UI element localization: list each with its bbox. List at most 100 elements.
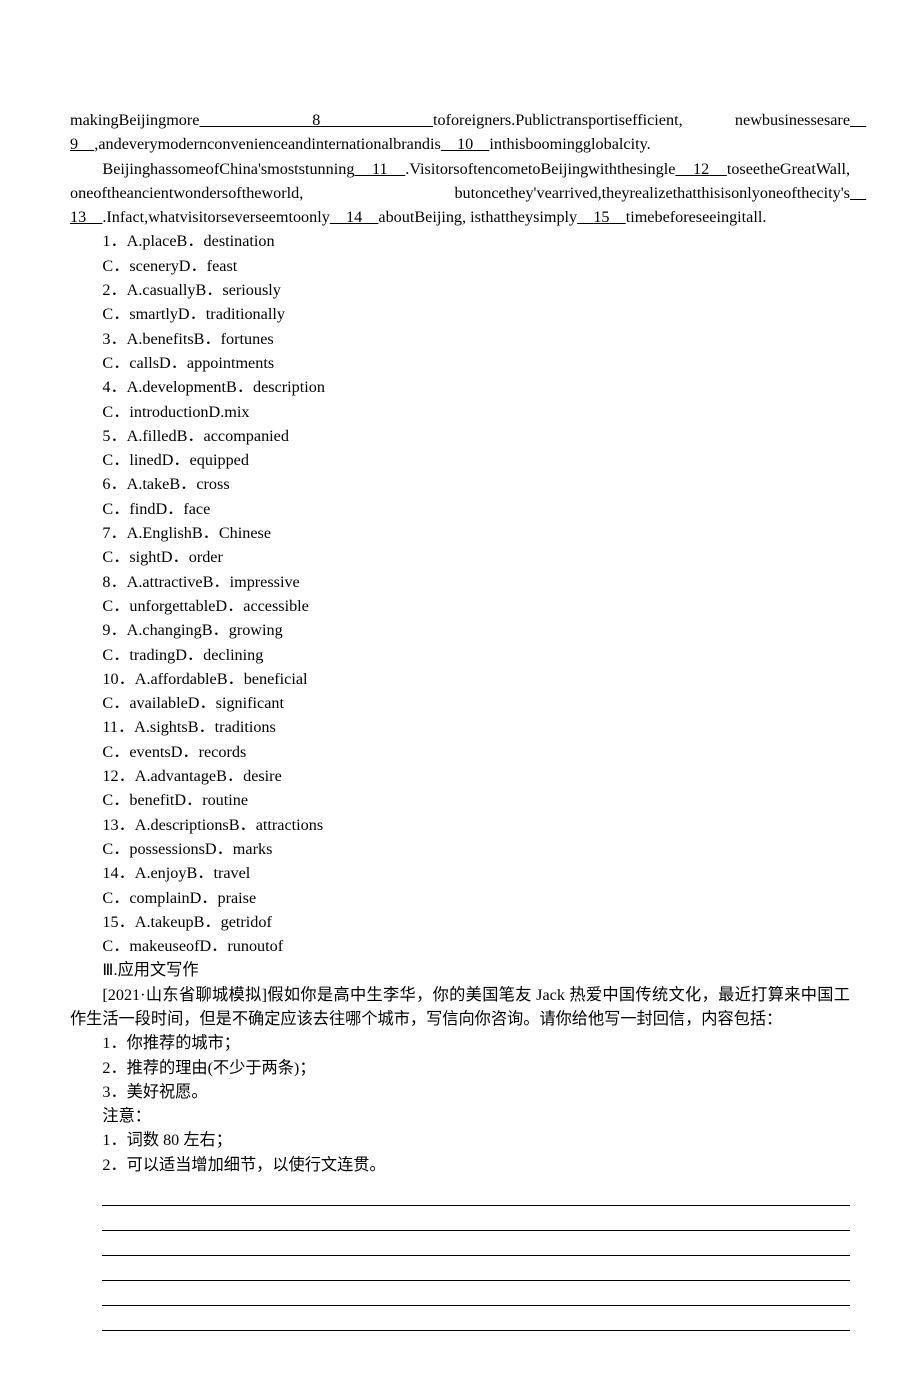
question-options-row-cd: C．benefitD．routine (70, 788, 850, 812)
question-number: 10 (102, 670, 118, 688)
options-cd: C．eventsD．records (102, 743, 246, 761)
question-options-row-cd: C．eventsD．records (70, 740, 850, 764)
text-fragment: inthisboomingglobalcity. (489, 135, 650, 153)
writing-blank-line[interactable] (102, 1283, 850, 1306)
question-options-row-ab: 15．A.takeupB．getridof (70, 910, 850, 934)
options-ab: A.advantageB．desire (135, 767, 282, 785)
options-ab: A.casuallyB．seriously (127, 281, 281, 299)
question-number: 14 (102, 864, 118, 882)
writing-blank-line[interactable] (102, 1308, 850, 1331)
options-ab: A.sightsB．traditions (134, 718, 276, 736)
options-ab: A.placeB．destination (127, 232, 275, 250)
writing-blank-line[interactable] (102, 1233, 850, 1256)
question-number: 3 (102, 330, 110, 348)
options-cd: C．possessionsD．marks (102, 840, 272, 858)
options-cd: C．availableD．significant (102, 694, 284, 712)
options-cd: C．sightD．order (102, 548, 223, 566)
question-number: 5 (102, 427, 110, 445)
questions-list: 1．A.placeB．destination C．sceneryD．feast 2．… (70, 229, 850, 958)
writing-prompt: [2021·山东省聊城模拟]假如你是高中生李华，你的美国笔友 Jack 热爱中国… (70, 983, 850, 1032)
options-ab: A.takeB．cross (127, 475, 230, 493)
question-number: 13 (102, 816, 118, 834)
text-fragment: .Infact,whatvisitorseverseemtoonly (102, 208, 329, 226)
question-options-row-cd: C．findD．face (70, 497, 850, 521)
options-ab: A.filledB．accompanied (127, 427, 289, 445)
options-cd: C．callsD．appointments (102, 354, 274, 372)
text-fragment: BeijinghassomeofChina'smoststunning (102, 160, 354, 178)
options-ab: A.affordableB．beneficial (135, 670, 308, 688)
question-number: 15 (102, 913, 118, 931)
options-ab: A.EnglishB．Chinese (127, 524, 271, 542)
options-cd: C．makeuseofD．runoutof (102, 937, 283, 955)
options-cd: C．benefitD．routine (102, 791, 248, 809)
writing-blank-line[interactable] (102, 1183, 850, 1206)
options-ab: A.attractiveB．impressive (127, 573, 300, 591)
question-number: 6 (102, 475, 110, 493)
question-number: 7 (102, 524, 110, 542)
writing-answer-area (102, 1183, 850, 1331)
writing-heading: Ⅲ.应用文写作 (70, 958, 850, 982)
options-cd: C．linedD．equipped (102, 451, 249, 469)
options-cd: C．unforgettableD．accessible (102, 597, 308, 615)
question-options-row-cd: C．complainD．praise (70, 886, 850, 910)
cloze-blank-10: 10 (441, 135, 490, 153)
cloze-blank-11: 11 (354, 160, 405, 178)
writing-blank-line[interactable] (102, 1208, 850, 1231)
text-fragment: aboutBeijing, isthattheysimply (378, 208, 577, 226)
question-options-row-ab: 5．A.filledB．accompanied (70, 424, 850, 448)
cloze-blank-8: 8 (199, 111, 433, 129)
options-ab: A.takeupB．getridof (135, 913, 272, 931)
question-options-row-cd: C．possessionsD．marks (70, 837, 850, 861)
text-fragment: ,andeverymodernconvenienceandinternation… (94, 135, 441, 153)
question-number: 1 (102, 232, 110, 250)
question-number: 2 (102, 281, 110, 299)
cloze-blank-14: 14 (330, 208, 379, 226)
question-options-row-ab: 4．A.developmentB．description (70, 375, 850, 399)
cloze-blank-12: 12 (675, 160, 726, 178)
question-options-row-cd: C．callsD．appointments (70, 351, 850, 375)
question-options-row-ab: 2．A.casuallyB．seriously (70, 278, 850, 302)
question-number: 4 (102, 378, 110, 396)
writing-note-label: 注意： (70, 1104, 850, 1128)
writing-point-2: 2．推荐的理由(不少于两条)； (70, 1056, 850, 1080)
text-fragment: .VisitorsoftencometoBeijingwiththesingle (405, 160, 675, 178)
question-number: 9 (102, 621, 110, 639)
question-options-row-ab: 3．A.benefitsB．fortunes (70, 327, 850, 351)
question-options-row-cd: C．sightD．order (70, 545, 850, 569)
options-ab: A.descriptionsB．attractions (135, 816, 323, 834)
options-ab: A.changingB．growing (127, 621, 283, 639)
options-cd: C．tradingD．declining (102, 646, 263, 664)
options-ab: A.benefitsB．fortunes (127, 330, 274, 348)
passage-paragraph-1: makingBeijingmore 8 toforeigners.Publict… (70, 108, 850, 157)
question-options-row-ab: 9．A.changingB．growing (70, 618, 850, 642)
options-cd: C．complainD．praise (102, 889, 256, 907)
options-cd: C．introductionD.mix (102, 403, 249, 421)
passage-paragraph-2: BeijinghassomeofChina'smoststunning 11 .… (70, 157, 850, 230)
writing-blank-line[interactable] (102, 1258, 850, 1281)
question-options-row-ab: 10．A.affordableB．beneficial (70, 667, 850, 691)
question-number: 11 (102, 718, 118, 736)
question-options-row-cd: C．introductionD.mix (70, 400, 850, 424)
question-options-row-ab: 8．A.attractiveB．impressive (70, 570, 850, 594)
options-cd: C．smartlyD．traditionally (102, 305, 285, 323)
options-cd: C．findD．face (102, 500, 210, 518)
cloze-blank-15: 15 (577, 208, 626, 226)
question-options-row-ab: 7．A.EnglishB．Chinese (70, 521, 850, 545)
question-options-row-ab: 14．A.enjoyB．travel (70, 861, 850, 885)
writing-note-2: 2．可以适当增加细节，以使行文连贯。 (70, 1153, 850, 1177)
question-options-row-cd: C．linedD．equipped (70, 448, 850, 472)
question-number: 8 (102, 573, 110, 591)
writing-note-1: 1．词数 80 左右； (70, 1128, 850, 1152)
options-ab: A.enjoyB．travel (135, 864, 251, 882)
text-fragment: timebeforeseeingitall. (626, 208, 767, 226)
question-options-row-cd: C．availableD．significant (70, 691, 850, 715)
question-number: 12 (102, 767, 118, 785)
question-options-row-cd: C．smartlyD．traditionally (70, 302, 850, 326)
question-options-row-cd: C．sceneryD．feast (70, 254, 850, 278)
text-fragment: toforeigners.Publictransportisefficient,… (433, 111, 850, 129)
writing-point-1: 1．你推荐的城市； (70, 1031, 850, 1055)
options-cd: C．sceneryD．feast (102, 257, 237, 275)
question-options-row-ab: 12．A.advantageB．desire (70, 764, 850, 788)
writing-point-3: 3．美好祝愿。 (70, 1080, 850, 1104)
question-options-row-ab: 1．A.placeB．destination (70, 229, 850, 253)
